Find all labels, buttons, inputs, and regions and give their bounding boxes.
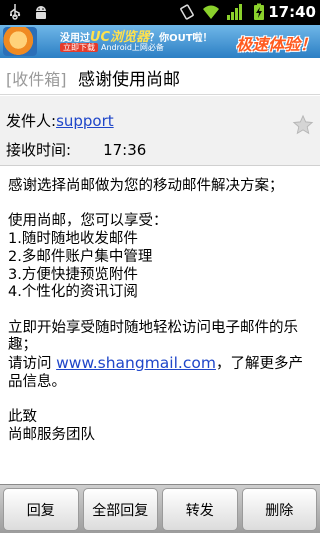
folder-label: [收件箱]: [6, 70, 67, 89]
signature-text: 尚邮服务团队: [8, 426, 95, 443]
message-body: 感谢选择尚邮做为您的移动邮件解决方案； 使用尚邮，您可以享受： 1.随时随地收发…: [8, 178, 312, 445]
usb-icon: [10, 4, 21, 20]
reply-all-button[interactable]: 全部回复: [82, 488, 158, 531]
message-title-bar: [收件箱] 感谢使用尚邮: [0, 58, 320, 95]
received-time-label: 接收时间:: [6, 141, 72, 159]
body-paragraph: 感谢选择尚邮做为您的移动邮件解决方案；: [8, 178, 284, 194]
reply-button[interactable]: 回复: [3, 488, 79, 531]
received-time-row: 接收时间: 17:36: [6, 139, 146, 160]
banner-subtext: 立即下载 Android上网必备: [60, 42, 164, 53]
uc-browser-logo: [3, 27, 37, 56]
website-link[interactable]: www.shangmail.com: [56, 354, 216, 372]
banner-download-label: 立即下载: [60, 43, 98, 52]
body-paragraph: 请访问 www.shangmail.com，了解更多产品信息。: [8, 354, 303, 390]
action-bar: 回复 全部回复 转发 删除: [0, 484, 320, 533]
sender-label: 发件人:: [6, 112, 57, 130]
sender-link[interactable]: support: [56, 112, 114, 130]
delete-button[interactable]: 删除: [241, 488, 317, 531]
message-header: 发件人:support 接收时间: 17:36: [0, 96, 320, 166]
android-debug-icon: [36, 6, 46, 19]
feature-item: 2.多邮件账户集中管理: [8, 248, 153, 265]
battery-charging-icon: [254, 3, 264, 20]
wifi-icon: [203, 5, 219, 19]
body-paragraph: 立即开始享受随时随地轻松访问电子邮件的乐趣；: [8, 319, 298, 354]
forward-button[interactable]: 转发: [162, 488, 238, 531]
feature-item: 4.个性化的资讯订阅: [8, 284, 138, 301]
star-icon[interactable]: [292, 114, 314, 136]
body-paragraph: 使用尚邮，您可以享受：: [8, 213, 168, 230]
status-bar: 17:40: [0, 0, 320, 25]
signal-icon: [227, 4, 242, 20]
feature-item: 1.随时随地收发邮件: [8, 231, 138, 248]
sender-row: 发件人:support: [6, 110, 114, 131]
banner-slogan: 极速体验！: [235, 35, 316, 54]
feature-item: 3.方便快捷预览附件: [8, 266, 138, 283]
vibrate-icon: [180, 4, 194, 20]
ad-banner[interactable]: 没用过UC浏览器？你OUT啦！ 立即下载 Android上网必备 极速体验！: [0, 25, 320, 58]
received-time-value: 17:36: [103, 141, 147, 159]
clock: 17:40: [268, 3, 316, 21]
closing-text: 此致: [8, 409, 37, 426]
message-subject: 感谢使用尚邮: [78, 70, 180, 90]
